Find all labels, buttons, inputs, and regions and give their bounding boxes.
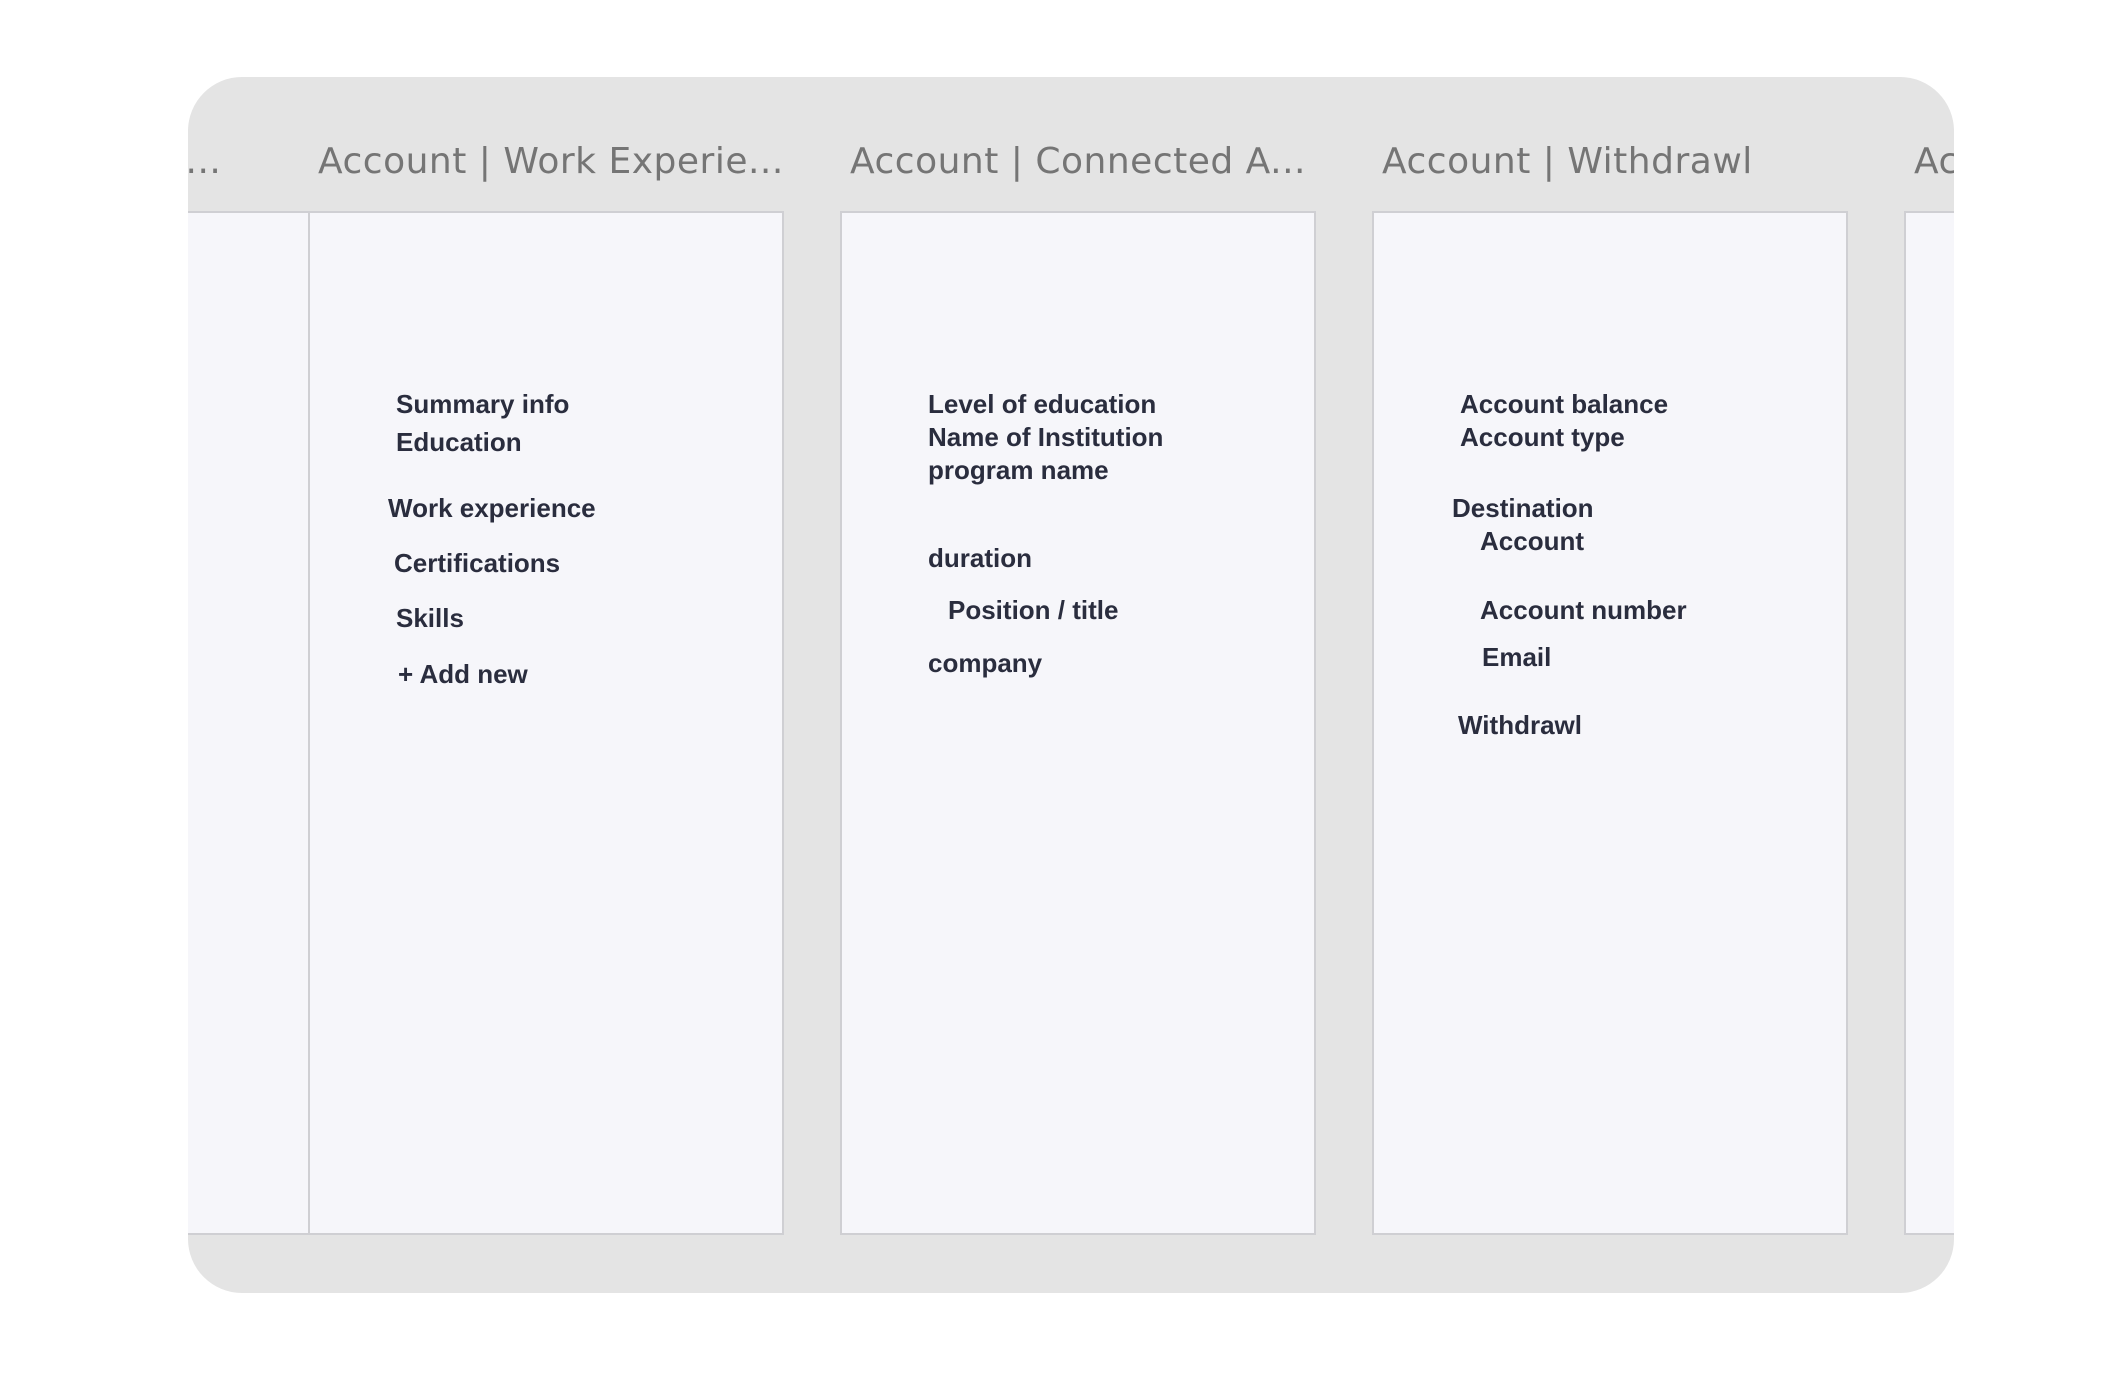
item-add-new: + Add new <box>398 659 528 689</box>
item-account: Account <box>1480 526 1584 556</box>
artboard[interactable]: Level of education Name of Institution p… <box>840 211 1316 1235</box>
frame-title[interactable]: Account | Connected A... <box>850 141 1306 182</box>
item-account-number: Account number <box>1480 595 1687 625</box>
frame-withdrawl[interactable]: Account | Withdrawl Account balance Acco… <box>1372 77 1848 1293</box>
item-duration: duration <box>928 543 1032 573</box>
artboard[interactable] <box>1904 211 1954 1235</box>
frame-title[interactable]: Ac <box>1914 141 1954 182</box>
item-withdrawl: Withdrawl <box>1458 710 1582 740</box>
artboard[interactable]: Account balance Account type Destination… <box>1372 211 1848 1235</box>
item-summary-info: Summary info <box>396 389 570 419</box>
item-skills: Skills <box>396 603 464 633</box>
item-destination: Destination <box>1452 493 1594 523</box>
item-certifications: Certifications <box>394 548 561 578</box>
frame-title[interactable]: Account | Withdrawl <box>1382 141 1753 182</box>
frame-work-experience[interactable]: Account | Work Experie... Summary info E… <box>308 77 784 1293</box>
artboard[interactable]: Summary info Education Work experience C… <box>308 211 784 1235</box>
design-canvas[interactable]: A... Account | Work Experie... Summary i… <box>188 77 1954 1293</box>
item-program-name: program name <box>928 455 1109 485</box>
frame-connected-accounts[interactable]: Account | Connected A... Level of educat… <box>840 77 1316 1293</box>
item-company: company <box>928 648 1043 678</box>
item-account-type: Account type <box>1460 422 1625 452</box>
frame-title[interactable]: Account | Work Experie... <box>318 141 784 182</box>
item-education: Education <box>396 427 522 457</box>
item-position-title: Position / title <box>948 595 1119 625</box>
item-level-of-education: Level of education <box>928 389 1157 419</box>
item-name-of-institution: Name of Institution <box>928 422 1164 452</box>
item-email: Email <box>1482 642 1552 672</box>
frame-partial-right[interactable]: Ac <box>1904 77 1954 1293</box>
item-account-balance: Account balance <box>1460 389 1669 419</box>
frame-title[interactable]: A... <box>188 141 221 182</box>
item-work-experience: Work experience <box>388 493 596 523</box>
